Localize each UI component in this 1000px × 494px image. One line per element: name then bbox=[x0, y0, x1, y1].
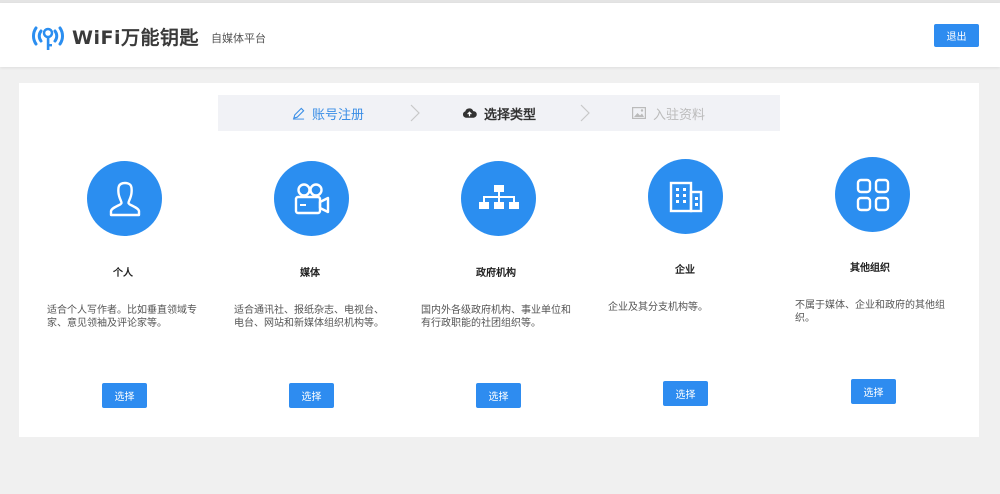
chevron-right-icon bbox=[580, 104, 590, 122]
cloud-upload-icon bbox=[462, 108, 477, 118]
type-title-other: 其他组织 bbox=[850, 263, 890, 274]
type-desc-media: 适合通讯社、报纸杂志、电视台、电台、网站和新媒体组织机构等。 bbox=[234, 305, 384, 329]
step-select-type: 选择类型 bbox=[462, 95, 536, 131]
select-personal-button[interactable]: 选择 bbox=[102, 383, 147, 408]
step-account-register: 账号注册 bbox=[292, 95, 364, 131]
main-card: 账号注册 选择类型 入驻资料 个人 适合个人写作者。比如垂直领域专家、意见领袖及… bbox=[19, 83, 979, 437]
select-enterprise-button[interactable]: 选择 bbox=[663, 381, 708, 406]
edit-icon bbox=[292, 107, 305, 120]
step-label: 选择类型 bbox=[484, 107, 537, 123]
select-media-button[interactable]: 选择 bbox=[289, 383, 334, 408]
type-title-personal: 个人 bbox=[113, 268, 133, 279]
logo: WiFi万能钥匙 自媒体平台 bbox=[30, 18, 266, 54]
select-government-button[interactable]: 选择 bbox=[476, 383, 521, 408]
step-label: 入驻资料 bbox=[653, 107, 706, 123]
type-desc-personal: 适合个人写作者。比如垂直领域专家、意见领袖及评论家等。 bbox=[47, 305, 197, 329]
brand-name: WiFi万能钥匙 bbox=[72, 26, 199, 49]
step-label: 账号注册 bbox=[312, 107, 365, 123]
type-desc-enterprise: 企业及其分支机构等。 bbox=[608, 302, 708, 313]
type-circle-government[interactable] bbox=[461, 161, 536, 236]
step-entry-info: 入驻资料 bbox=[632, 95, 705, 131]
header: WiFi万能钥匙 自媒体平台 退出 bbox=[0, 3, 1000, 67]
type-desc-other: 不属于媒体、企业和政府的其他组织。 bbox=[795, 300, 945, 324]
building-icon bbox=[669, 181, 702, 212]
type-circle-enterprise[interactable] bbox=[648, 159, 723, 234]
grid-icon bbox=[856, 178, 889, 211]
user-icon bbox=[109, 181, 140, 216]
type-title-enterprise: 企业 bbox=[675, 265, 695, 276]
image-icon bbox=[632, 107, 646, 119]
type-desc-government: 国内外各级政府机构、事业单位和有行政职能的社团组织等。 bbox=[421, 305, 571, 329]
type-title-media: 媒体 bbox=[300, 268, 320, 279]
platform-subtitle: 自媒体平台 bbox=[210, 31, 266, 45]
type-circle-personal[interactable] bbox=[87, 161, 162, 236]
video-camera-icon bbox=[294, 182, 329, 214]
wifi-key-logo-icon bbox=[31, 26, 65, 50]
select-other-button[interactable]: 选择 bbox=[851, 379, 896, 404]
logout-button[interactable]: 退出 bbox=[934, 24, 979, 47]
type-title-government: 政府机构 bbox=[476, 268, 516, 279]
chevron-right-icon bbox=[410, 104, 420, 122]
type-circle-other[interactable] bbox=[835, 157, 910, 232]
type-circle-media[interactable] bbox=[274, 161, 349, 236]
org-chart-icon bbox=[478, 184, 519, 209]
step-bar: 账号注册 选择类型 入驻资料 bbox=[218, 95, 780, 131]
